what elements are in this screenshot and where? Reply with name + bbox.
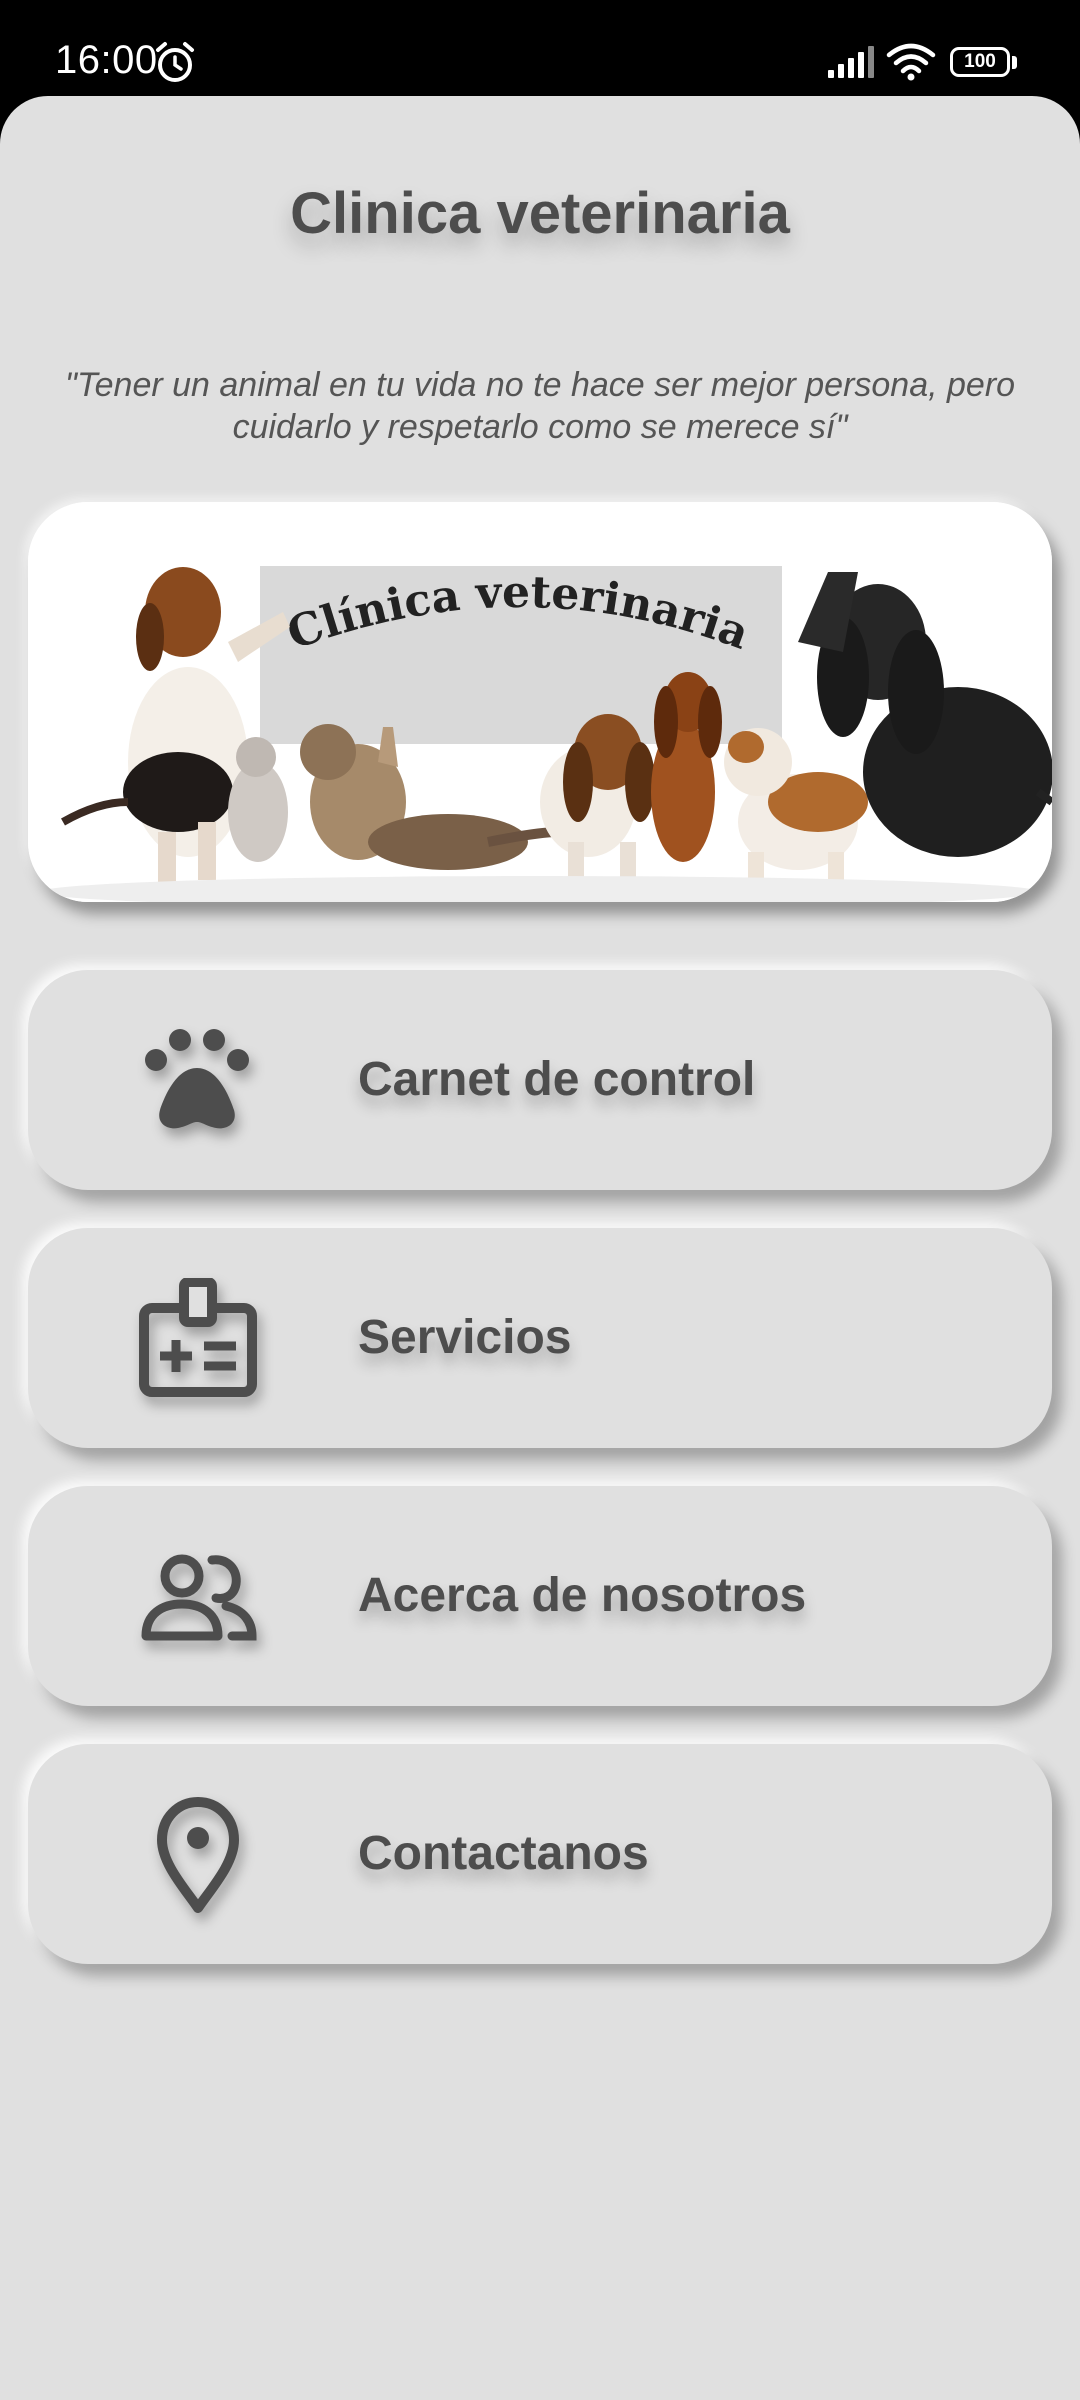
contactanos-label: Contactanos	[358, 1827, 649, 1880]
battery-level: 100	[964, 51, 996, 72]
people-icon	[141, 1554, 257, 1641]
battery-tip	[1012, 56, 1017, 69]
location-pin-icon	[157, 1797, 239, 1913]
status-time: 16:00	[55, 38, 158, 82]
carnet-de-control-label: Carnet de control	[358, 1053, 756, 1106]
app-screen: Clinica veterinaria "Tener un animal en …	[0, 96, 1080, 2400]
servicios-button[interactable]: Servicios	[28, 1228, 1052, 1448]
carnet-de-control-button[interactable]: Carnet de control	[28, 970, 1052, 1190]
quote-text: "Tener un animal en tu vida no te hace s…	[64, 366, 1016, 446]
paw-icon	[145, 1029, 249, 1129]
signal-icon	[828, 46, 874, 78]
wifi-icon	[886, 43, 936, 81]
servicios-label: Servicios	[358, 1311, 572, 1364]
acerca-de-nosotros-label: Acerca de nosotros	[358, 1569, 807, 1622]
banner-illustration: Clínica veterinaria	[28, 502, 1052, 902]
alarm-icon	[156, 42, 194, 82]
page-title: Clinica veterinaria	[290, 181, 790, 246]
acerca-de-nosotros-button[interactable]: Acerca de nosotros	[28, 1486, 1052, 1706]
status-bar: 16:00 100	[0, 0, 1080, 96]
contactanos-button[interactable]: Contactanos	[28, 1744, 1052, 1964]
battery-icon: 100	[950, 47, 1010, 77]
id-badge-icon	[139, 1278, 257, 1397]
clinic-banner-image: Clínica veterinaria	[28, 502, 1052, 902]
